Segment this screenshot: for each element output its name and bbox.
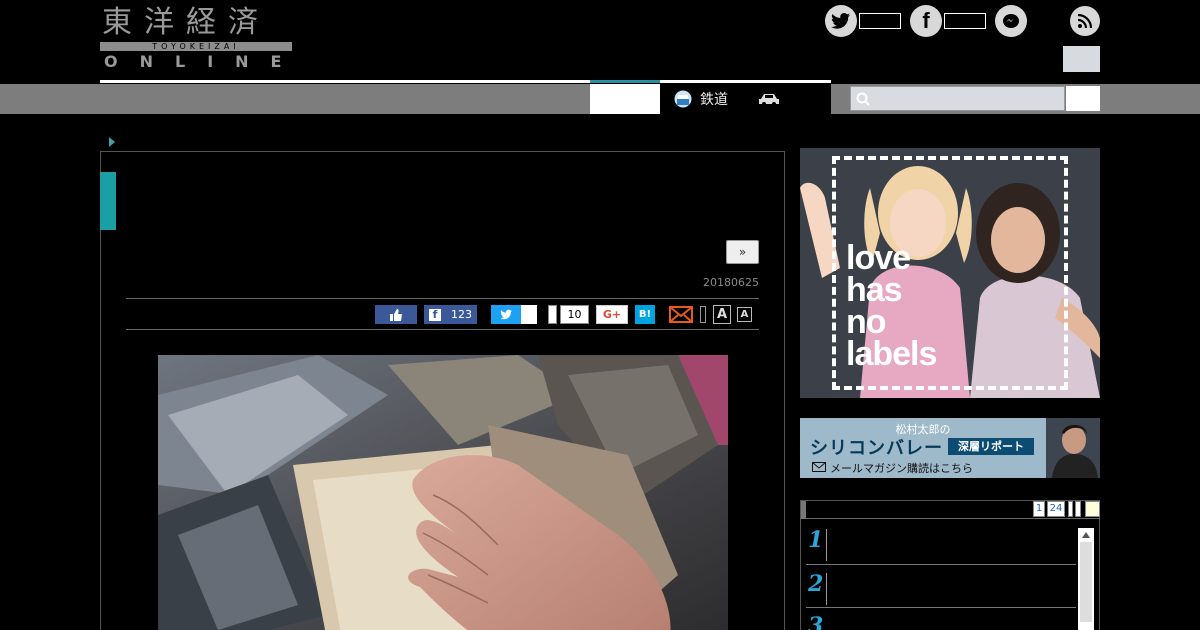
ad-slogan-line: labels (846, 335, 937, 373)
hatena-count-tail (548, 305, 557, 324)
twitter-count-balloon (521, 305, 537, 324)
facebook-icon[interactable]: f (910, 5, 942, 37)
share-divider-bottom (126, 329, 759, 330)
nav-rail-section[interactable]: 鉄道 (660, 84, 831, 114)
author-portrait-graphic (1052, 424, 1098, 478)
messenger-icon[interactable] (995, 5, 1027, 37)
font-size-small-button[interactable]: A (737, 307, 752, 322)
article-hero-image (158, 355, 728, 630)
ad-slogan-line: love (846, 239, 911, 277)
logo-bar: TOYOKEIZAI (100, 42, 292, 51)
train-icon (674, 90, 692, 108)
ranking-row-line (806, 607, 1076, 608)
rss-icon[interactable] (1070, 6, 1100, 36)
search-button[interactable] (1066, 86, 1100, 111)
twitter-bird-icon (831, 13, 850, 29)
print-button[interactable] (700, 306, 706, 323)
rss-feed-icon (1077, 13, 1093, 29)
mail-small-icon (812, 462, 826, 472)
ranking-number: 1 (808, 527, 824, 553)
banner-line4: メールマガジン購読はこちら (830, 462, 973, 475)
ad-slogan: love has no labels (846, 239, 937, 373)
scroll-thumb[interactable] (1080, 542, 1092, 622)
nav-rail-label: 鉄道 (700, 92, 728, 108)
ranking-divider (826, 529, 827, 561)
ranking-box (800, 500, 1100, 630)
nav-active-accent (590, 80, 660, 83)
facebook-count (944, 13, 986, 29)
banner-line2: シリコンバレー (810, 438, 943, 459)
login-button[interactable] (1063, 46, 1100, 72)
ranking-number: 3 (808, 613, 824, 630)
ranking-tab[interactable] (1085, 501, 1100, 517)
page: 東洋経済 TOYOKEIZAI ONLINE f 鉄道 » 20180625 f… (0, 0, 1200, 630)
banner-line3: 深層リポート (948, 438, 1034, 455)
twitter-icon[interactable] (825, 5, 857, 37)
ranking-row-line (806, 564, 1076, 565)
twitter-count (859, 13, 901, 29)
messenger-bubble-icon (1003, 14, 1019, 28)
breadcrumb-arrow-icon (109, 137, 115, 147)
ad-slogan-line: has (846, 271, 903, 309)
share-divider-top (126, 298, 759, 299)
search-icon (856, 92, 870, 106)
ranking-page-1[interactable]: 1 (1033, 501, 1045, 517)
logo-kanji: 東洋経済 (102, 5, 270, 40)
article-date: 20180625 (703, 276, 759, 289)
facebook-square-icon: f (429, 308, 441, 321)
envelope-icon (669, 306, 693, 323)
ranking-number: 2 (808, 571, 824, 597)
font-size-large-button[interactable]: A (713, 305, 731, 324)
scroll-up-icon (1082, 532, 1090, 538)
ranking-tab[interactable] (1068, 501, 1073, 517)
site-logo[interactable]: 東洋経済 TOYOKEIZAI ONLINE (100, 5, 292, 71)
newsletter-banner[interactable]: 松村太郎の シリコンバレー 深層リポート メールマガジン購読はこちら (800, 418, 1100, 478)
search-input[interactable] (850, 86, 1065, 111)
banner-portrait (1046, 418, 1100, 478)
next-page-button[interactable]: » (726, 240, 759, 264)
facebook-share-count: 123 (451, 308, 472, 321)
facebook-f-glyph: f (922, 8, 930, 33)
ranking-tab[interactable] (1075, 501, 1081, 517)
nav-tab-active[interactable] (590, 84, 660, 114)
ad-slogan-line: no (846, 303, 887, 341)
title-accent-bar (100, 172, 116, 230)
hatena-count: 10 (560, 305, 589, 324)
ranking-scrollbar[interactable] (1078, 528, 1094, 630)
ranking-divider (826, 573, 827, 605)
facebook-like-button[interactable] (375, 305, 417, 324)
hatena-bookmark-button[interactable]: B! (635, 305, 655, 324)
ranking-page-24[interactable]: 24 (1047, 501, 1065, 517)
ranking-header-accent (801, 501, 806, 519)
google-plus-button[interactable]: G+ (596, 305, 628, 324)
nav-top-line (100, 80, 831, 83)
car-icon (759, 94, 779, 106)
logo-online: ONLINE (104, 52, 304, 71)
mail-icon[interactable] (669, 305, 693, 324)
facebook-share-button[interactable]: f 123 (424, 305, 477, 324)
hero-photo-graphic (158, 355, 728, 630)
twitter-share-icon (499, 309, 512, 320)
sidebar-ad-banner[interactable]: love has no labels (800, 148, 1100, 398)
thumbs-up-icon (390, 309, 402, 321)
twitter-share-button[interactable] (491, 305, 521, 324)
